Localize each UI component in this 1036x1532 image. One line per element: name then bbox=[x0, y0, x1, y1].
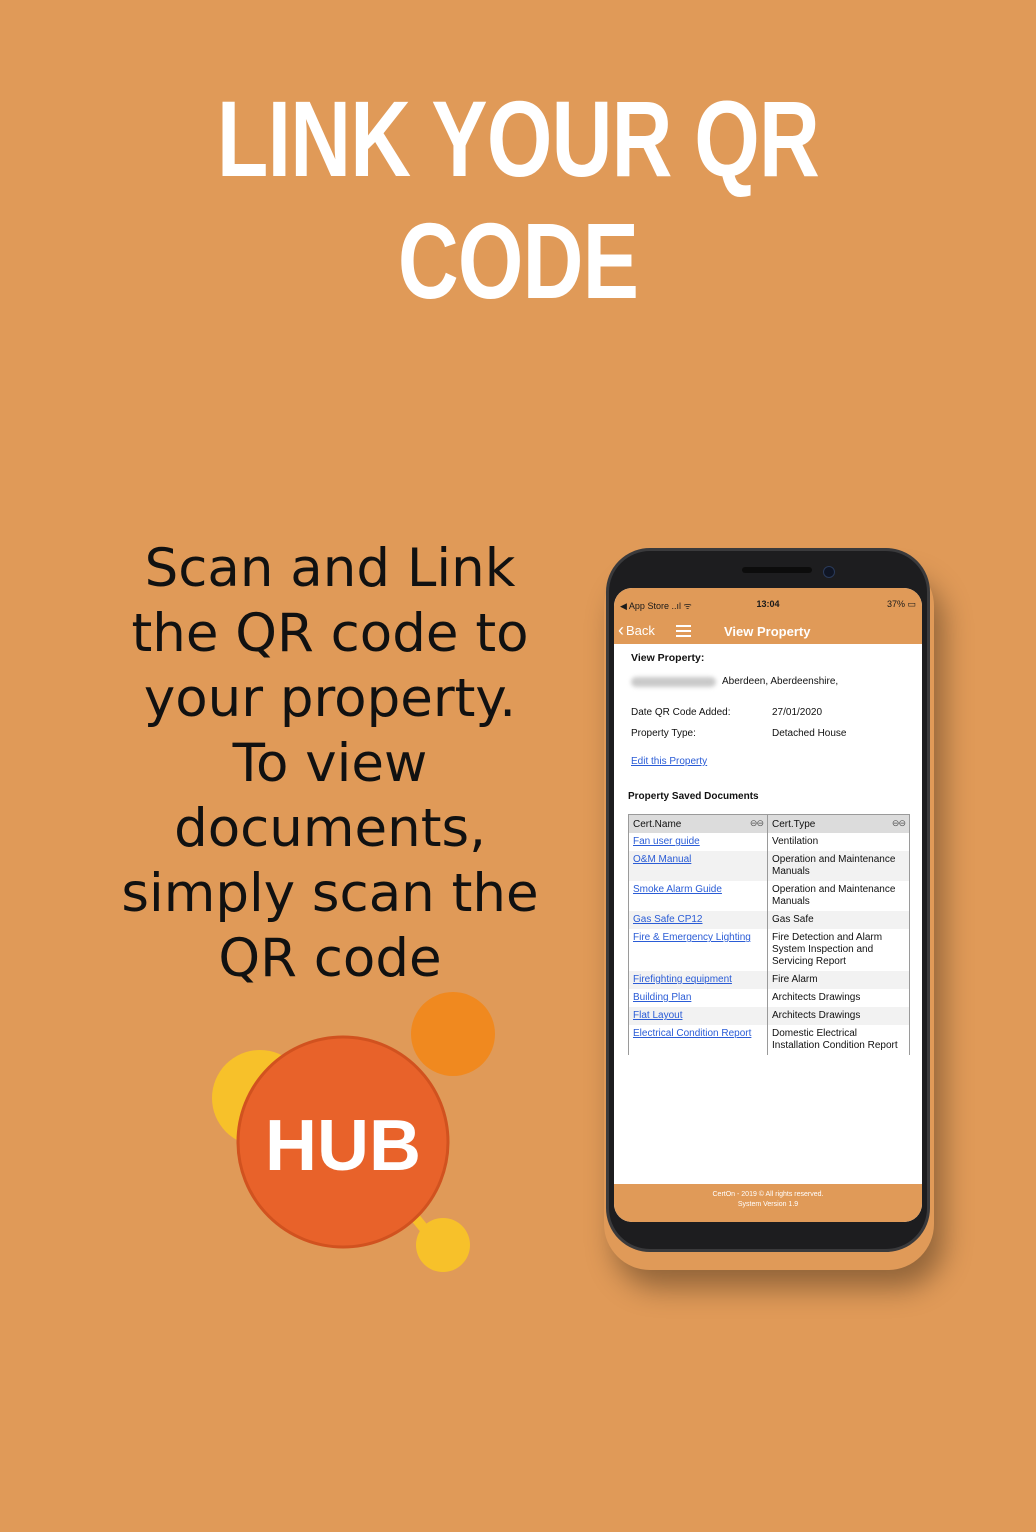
table-row: O&M Manual Operation and Maintenance Manu… bbox=[628, 851, 910, 881]
table-header-row: Cert.Name ⊖⊖ Cert.Type ⊖⊖ bbox=[628, 814, 910, 833]
address-text: Aberdeen, Aberdeenshire, bbox=[722, 676, 839, 687]
headline: LINK YOUR QR CODE bbox=[114, 78, 922, 322]
table-row: Flat Layout Architects Drawings bbox=[628, 1007, 910, 1025]
cert-name-cell[interactable]: Gas Safe CP12 bbox=[628, 911, 768, 929]
page-title: View Property bbox=[724, 624, 811, 639]
phone-screen: ◀ App Store ..ıl ᯤ 13:04 37% ▭ ‹ Back Vi… bbox=[614, 588, 922, 1222]
cert-type-cell: Fire Alarm bbox=[767, 971, 910, 989]
nav-bar: ‹ Back View Property bbox=[614, 618, 922, 644]
footer-version: System Version 1.9 bbox=[737, 1201, 799, 1208]
cert-type-cell: Fire Detection and Alarm System Inspecti… bbox=[767, 929, 910, 971]
col-header-label: Cert.Type bbox=[772, 818, 816, 830]
cert-type-cell: Architects Drawings bbox=[767, 989, 910, 1007]
phone-camera bbox=[823, 566, 835, 578]
table-row: Fire & Emergency Lighting Fire Detection … bbox=[628, 929, 910, 971]
table-row: Fan user guide Ventilation bbox=[628, 833, 910, 851]
chevron-left-icon: ‹ bbox=[618, 620, 624, 640]
description-line: documents, bbox=[174, 798, 486, 859]
hamburger-icon[interactable] bbox=[676, 625, 691, 640]
cert-type-cell: Operation and Maintenance Manuals bbox=[767, 851, 910, 881]
description-line: the QR code to bbox=[131, 603, 529, 664]
headline-line-2: CODE bbox=[397, 200, 639, 321]
cert-name-cell[interactable]: Electrical Condition Report bbox=[628, 1025, 768, 1055]
description-text: Scan and Link the QR code to your proper… bbox=[100, 536, 560, 991]
phone-speaker bbox=[742, 567, 812, 573]
address-row: Aberdeen, Aberdeenshire, bbox=[631, 676, 838, 687]
cert-name-cell[interactable]: Firefighting equipment bbox=[628, 971, 768, 989]
description-line: To view bbox=[232, 733, 428, 794]
cert-type-cell: Operation and Maintenance Manuals bbox=[767, 881, 910, 911]
cert-type-cell: Architects Drawings bbox=[767, 1007, 910, 1025]
view-property-label: View Property: bbox=[631, 652, 705, 664]
cert-name-cell[interactable]: Fire & Emergency Lighting bbox=[628, 929, 768, 971]
date-added-label: Date QR Code Added: bbox=[631, 707, 731, 718]
table-row: Building Plan Architects Drawings bbox=[628, 989, 910, 1007]
sort-icon[interactable]: ⊖⊖ bbox=[892, 818, 906, 829]
col-header-cert-name[interactable]: Cert.Name ⊖⊖ bbox=[628, 814, 768, 833]
logo-small-node bbox=[416, 1218, 470, 1272]
status-bar: ◀ App Store ..ıl ᯤ 13:04 37% ▭ bbox=[614, 588, 922, 618]
documents-table: Cert.Name ⊖⊖ Cert.Type ⊖⊖ Fan user guide… bbox=[628, 814, 910, 1055]
status-time: 13:04 bbox=[756, 599, 780, 609]
back-button[interactable]: ‹ Back bbox=[618, 620, 655, 640]
table-row: Electrical Condition Report Domestic Elec… bbox=[628, 1025, 910, 1055]
footer-copyright: CertOn - 2019 © All rights reserved. bbox=[712, 1191, 824, 1198]
col-header-label: Cert.Name bbox=[633, 818, 682, 830]
property-type-value: Detached House bbox=[772, 728, 847, 739]
cert-type-cell: Domestic Electrical Installation Conditi… bbox=[767, 1025, 910, 1055]
blurred-address bbox=[631, 676, 716, 687]
description-line: your property. bbox=[143, 668, 517, 729]
status-battery: 37% ▭ bbox=[886, 599, 916, 609]
sort-icon[interactable]: ⊖⊖ bbox=[750, 818, 764, 829]
table-row: Smoke Alarm Guide Operation and Maintenan… bbox=[628, 881, 910, 911]
logo-text: HUB bbox=[265, 1106, 421, 1186]
property-type-label: Property Type: bbox=[631, 728, 696, 739]
hub-logo: HUB bbox=[212, 992, 495, 1272]
cert-type-cell: Gas Safe bbox=[767, 911, 910, 929]
cert-name-cell[interactable]: Fan user guide bbox=[628, 833, 768, 851]
description-line: Scan and Link bbox=[144, 538, 516, 599]
table-row: Gas Safe CP12 Gas Safe bbox=[628, 911, 910, 929]
saved-documents-title: Property Saved Documents bbox=[628, 791, 759, 802]
cert-name-cell[interactable]: Smoke Alarm Guide bbox=[628, 881, 768, 911]
property-content: View Property: Aberdeen, Aberdeenshire, … bbox=[614, 644, 922, 1184]
cert-type-cell: Ventilation bbox=[767, 833, 910, 851]
headline-line-1: LINK YOUR QR bbox=[216, 78, 820, 199]
cert-name-cell[interactable]: Flat Layout bbox=[628, 1007, 768, 1025]
cert-name-cell[interactable]: Building Plan bbox=[628, 989, 768, 1007]
logo-orange-node bbox=[411, 992, 495, 1076]
table-row: Firefighting equipment Fire Alarm bbox=[628, 971, 910, 989]
app-footer: CertOn - 2019 © All rights reserved. Sys… bbox=[614, 1184, 922, 1222]
edit-property-link[interactable]: Edit this Property bbox=[631, 756, 707, 767]
description-line: QR code bbox=[218, 928, 442, 989]
cert-name-cell[interactable]: O&M Manual bbox=[628, 851, 768, 881]
back-label: Back bbox=[626, 622, 655, 638]
description-line: simply scan the bbox=[121, 863, 539, 924]
date-added-value: 27/01/2020 bbox=[772, 707, 823, 718]
col-header-cert-type[interactable]: Cert.Type ⊖⊖ bbox=[767, 814, 910, 833]
